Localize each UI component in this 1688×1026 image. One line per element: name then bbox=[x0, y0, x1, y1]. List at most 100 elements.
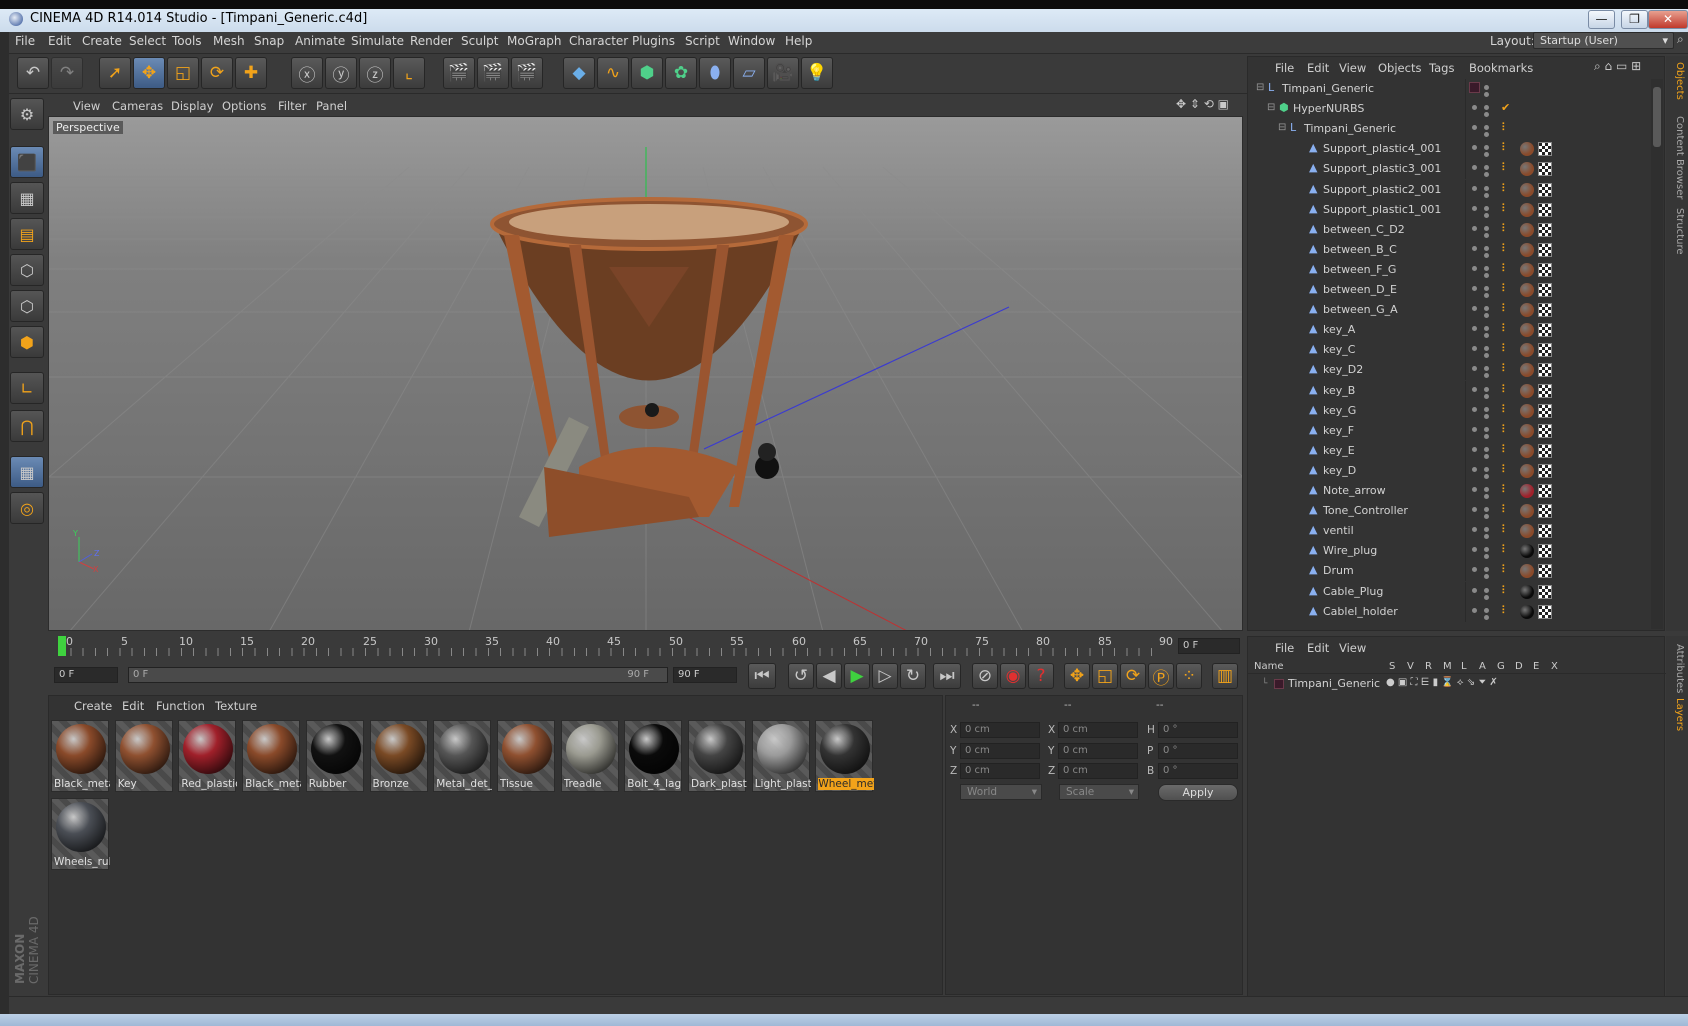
object-name[interactable]: key_D2 bbox=[1323, 363, 1363, 376]
objects-menu-view[interactable]: View bbox=[1339, 61, 1366, 75]
position-field[interactable]: 0 cm bbox=[960, 742, 1040, 759]
phong-tag-icon[interactable]: ⠇ bbox=[1501, 383, 1509, 396]
tab-objects[interactable]: Objects bbox=[1669, 62, 1685, 100]
material-tag-icon[interactable] bbox=[1520, 202, 1534, 217]
menu-character[interactable]: Character bbox=[569, 32, 628, 50]
viewport-nav-icons[interactable]: ✥ ⇕ ⟲ ▣ bbox=[1176, 97, 1229, 111]
material-tag-icon[interactable] bbox=[1520, 423, 1534, 438]
visibility-dot[interactable] bbox=[1484, 574, 1489, 580]
autokey-button[interactable]: ◉ bbox=[1000, 663, 1026, 689]
material-swatch[interactable]: Bolt_4_lag bbox=[624, 720, 683, 792]
menu-render[interactable]: Render bbox=[410, 32, 453, 50]
texture-tag-icon[interactable] bbox=[1538, 162, 1552, 177]
phong-tag-icon[interactable]: ⠇ bbox=[1501, 222, 1509, 235]
texture-tag-icon[interactable] bbox=[1538, 262, 1552, 277]
layers-menu-edit[interactable]: Edit bbox=[1307, 641, 1329, 655]
material-swatch[interactable]: Red_plastic bbox=[178, 720, 237, 792]
object-row[interactable]: ▲ Tone_Controller ⠇ bbox=[1248, 501, 1648, 522]
layer-column-header[interactable]: Name bbox=[1254, 661, 1284, 672]
viewport-menu-panel[interactable]: Panel bbox=[316, 99, 347, 113]
visibility-dot[interactable] bbox=[1472, 446, 1477, 452]
material-tag-icon[interactable] bbox=[1520, 604, 1534, 619]
object-row[interactable]: ▲ key_D ⠇ bbox=[1248, 460, 1648, 481]
texture-tag-icon[interactable] bbox=[1538, 363, 1552, 378]
material-menu-function[interactable]: Function bbox=[156, 699, 205, 713]
menu-select[interactable]: Select bbox=[129, 32, 166, 50]
visibility-dot[interactable] bbox=[1484, 393, 1489, 399]
rotate-tool-button[interactable]: ⟳ bbox=[201, 57, 233, 89]
material-swatch[interactable]: Bronze bbox=[369, 720, 428, 792]
render-picture-viewer-button[interactable]: 🎬 bbox=[477, 57, 509, 89]
visibility-dot[interactable] bbox=[1472, 487, 1477, 492]
texture-tag-icon[interactable] bbox=[1538, 484, 1552, 498]
visibility-dot[interactable] bbox=[1484, 272, 1489, 278]
nurbs-button[interactable]: ⬢ bbox=[631, 57, 663, 89]
material-tag-icon[interactable] bbox=[1520, 222, 1534, 237]
visibility-dot[interactable] bbox=[1484, 507, 1489, 513]
visibility-dot[interactable] bbox=[1484, 607, 1489, 613]
timeline-ruler[interactable]: 0 5 10 15 20 25 30 35 40 45 50 55 60 65 … bbox=[48, 632, 1243, 660]
menu-edit[interactable]: Edit bbox=[48, 32, 71, 50]
visibility-dot[interactable] bbox=[1484, 85, 1489, 90]
object-name[interactable]: Wire_plug bbox=[1323, 544, 1377, 557]
material-swatch[interactable]: Wheel_met bbox=[815, 720, 875, 792]
close-button[interactable]: ✕ bbox=[1648, 10, 1688, 29]
workplane-mode-button[interactable]: ▤ bbox=[10, 218, 44, 250]
phong-tag-icon[interactable]: ⠇ bbox=[1501, 443, 1509, 456]
object-name[interactable]: key_A bbox=[1323, 323, 1355, 336]
visibility-dot[interactable] bbox=[1484, 473, 1489, 479]
texture-tag-icon[interactable] bbox=[1538, 323, 1552, 338]
material-swatch[interactable]: Black_meta bbox=[51, 720, 110, 792]
object-name[interactable]: HyperNURBS bbox=[1293, 102, 1364, 115]
layer-color-swatch[interactable] bbox=[1274, 679, 1284, 689]
material-swatch[interactable]: Dark_plasti bbox=[688, 720, 747, 792]
material-tag-icon[interactable] bbox=[1520, 524, 1534, 539]
object-name[interactable]: between_F_G bbox=[1323, 263, 1396, 276]
material-tag-icon[interactable] bbox=[1520, 403, 1534, 418]
phong-tag-icon[interactable]: ⠇ bbox=[1501, 563, 1509, 576]
phong-tag-icon[interactable]: ⠇ bbox=[1501, 403, 1509, 416]
visibility-dot[interactable] bbox=[1472, 346, 1477, 352]
visibility-dot[interactable] bbox=[1484, 185, 1489, 191]
material-swatch[interactable]: Tissue bbox=[496, 720, 555, 792]
timeline-playhead[interactable] bbox=[58, 636, 66, 656]
visibility-dot[interactable] bbox=[1484, 265, 1489, 271]
viewport-menu-options[interactable]: Options bbox=[222, 99, 266, 113]
object-row[interactable]: ▲ Cable_Plug ⠇ bbox=[1248, 581, 1648, 602]
objects-menu-tags[interactable]: Tags bbox=[1429, 61, 1454, 75]
texture-tag-icon[interactable] bbox=[1538, 584, 1552, 599]
redo-button[interactable]: ↷ bbox=[51, 57, 83, 89]
visibility-dot[interactable] bbox=[1484, 326, 1489, 332]
size-mode-dropdown[interactable]: Scale ▾ bbox=[1059, 784, 1139, 800]
visibility-dot[interactable] bbox=[1484, 433, 1489, 439]
coordinate-mode-dropdown[interactable]: World ▾ bbox=[960, 784, 1042, 800]
visibility-dot[interactable] bbox=[1484, 567, 1489, 573]
object-name[interactable]: key_D bbox=[1323, 464, 1356, 477]
object-name[interactable]: Cable_Plug bbox=[1323, 585, 1383, 598]
deformer-button[interactable]: ⬮ bbox=[699, 57, 731, 89]
texture-tag-icon[interactable] bbox=[1538, 544, 1552, 559]
object-name[interactable]: Drum bbox=[1323, 564, 1354, 577]
menu-window[interactable]: Window bbox=[728, 32, 775, 50]
layer-column-header[interactable]: E bbox=[1533, 661, 1539, 672]
record-scale-button[interactable]: ◱ bbox=[1092, 663, 1118, 689]
visibility-dot[interactable] bbox=[1484, 554, 1489, 560]
goto-start-button[interactable]: ⏮ bbox=[748, 663, 776, 689]
object-row[interactable]: ▲ ventil ⠇ bbox=[1248, 521, 1648, 542]
visibility-dot[interactable] bbox=[1484, 225, 1489, 231]
tab-layers[interactable]: Layers bbox=[1669, 698, 1685, 731]
visibility-dot[interactable] bbox=[1484, 165, 1489, 171]
object-row[interactable]: ▲ Cablel_holder ⠇ bbox=[1248, 601, 1648, 622]
object-row[interactable]: ▲ key_B ⠇ bbox=[1248, 380, 1648, 401]
visibility-dot[interactable] bbox=[1484, 614, 1489, 620]
material-swatch[interactable]: Light_plast bbox=[751, 720, 811, 792]
visibility-dot[interactable] bbox=[1472, 245, 1477, 251]
object-name[interactable]: Timpani_Generic bbox=[1304, 122, 1396, 135]
material-tag-icon[interactable] bbox=[1520, 242, 1534, 257]
visibility-dot[interactable] bbox=[1472, 125, 1477, 131]
visibility-dot[interactable] bbox=[1472, 105, 1477, 111]
record-pla-button[interactable]: ⁘ bbox=[1176, 663, 1202, 689]
visibility-dot[interactable] bbox=[1472, 286, 1477, 291]
phong-tag-icon[interactable]: ⠇ bbox=[1501, 362, 1509, 375]
visibility-dot[interactable] bbox=[1472, 507, 1477, 513]
